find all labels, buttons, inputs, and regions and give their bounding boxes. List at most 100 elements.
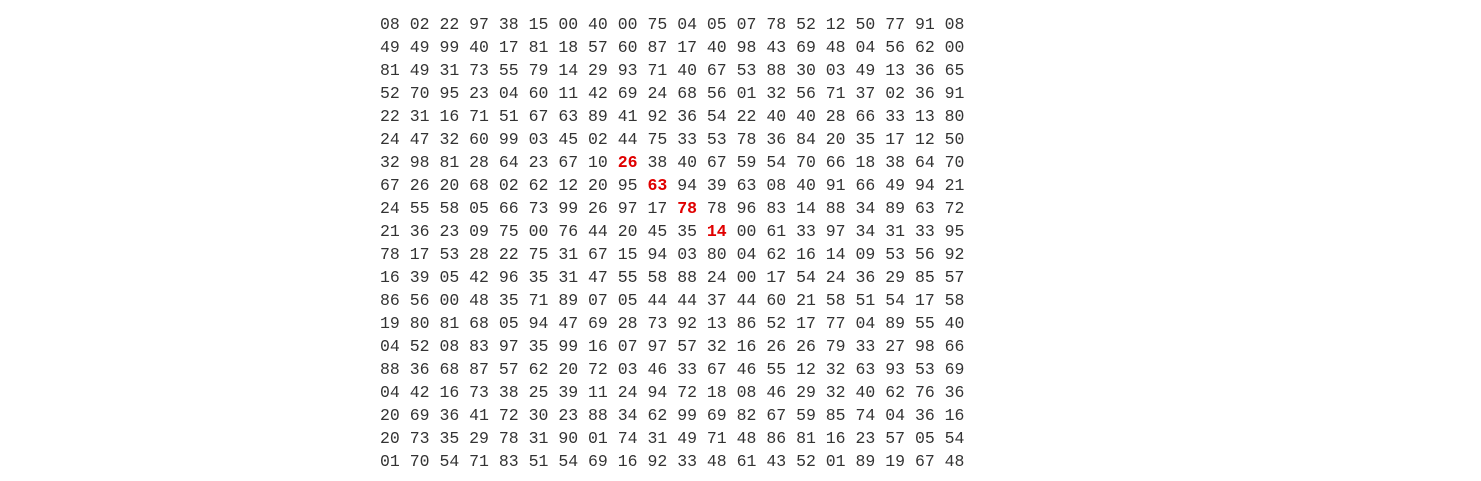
grid-number: 33 (677, 360, 697, 379)
grid-number: 98 (736, 38, 757, 57)
grid-number: 08 (736, 383, 757, 402)
grid-number: 17 (766, 268, 787, 287)
grid-number: 31 (885, 222, 906, 241)
grid-number: 88 (588, 406, 608, 425)
grid-row: 04 52 08 83 97 35 99 16 07 97 57 32 16 2… (380, 335, 964, 358)
grid-number: 33 (914, 222, 935, 241)
grid-row: 19 80 81 68 05 94 47 69 28 73 92 13 86 5… (380, 312, 964, 335)
grid-number: 84 (796, 130, 816, 149)
grid-number: 58 (647, 268, 668, 287)
grid-number: 26 (766, 337, 787, 356)
grid-number: 44 (617, 130, 638, 149)
grid-row: 21 36 23 09 75 00 76 44 20 45 35 14 00 6… (380, 220, 964, 243)
grid-number: 42 (588, 84, 608, 103)
grid-number: 66 (944, 337, 965, 356)
grid-number: 13 (706, 314, 727, 333)
grid-number: 51 (855, 291, 876, 310)
grid-number: 78 (766, 15, 787, 34)
grid-number: 56 (885, 38, 906, 57)
grid-number: 99 (558, 337, 579, 356)
grid-number: 93 (885, 360, 906, 379)
grid-number: 36 (914, 406, 935, 425)
grid-number: 28 (825, 107, 846, 126)
grid-number: 75 (647, 15, 668, 34)
grid-number: 67 (588, 245, 608, 264)
grid-number: 48 (469, 291, 489, 310)
grid-number: 40 (677, 153, 697, 172)
grid-number: 07 (736, 15, 757, 34)
grid-number: 05 (498, 314, 519, 333)
grid-number: 72 (588, 360, 608, 379)
grid-number: 02 (885, 84, 906, 103)
grid-number: 61 (766, 222, 787, 241)
grid-number: 36 (677, 107, 697, 126)
grid-number: 26 (796, 337, 816, 356)
grid-number: 32 (380, 153, 400, 172)
grid-number: 40 (855, 383, 876, 402)
grid-number: 54 (706, 107, 727, 126)
grid-number: 33 (677, 452, 697, 471)
grid-number: 05 (469, 199, 489, 218)
grid-number: 19 (380, 314, 400, 333)
grid-number: 33 (885, 107, 906, 126)
grid-number: 16 (439, 107, 460, 126)
grid-number: 49 (409, 61, 430, 80)
grid-number: 21 (944, 176, 965, 195)
grid-row: 67 26 20 68 02 62 12 20 95 63 94 39 63 0… (380, 174, 964, 197)
grid-number: 67 (528, 107, 549, 126)
grid-number: 73 (469, 383, 489, 402)
grid-number: 62 (528, 176, 549, 195)
grid-number: 68 (439, 360, 460, 379)
grid-number: 81 (528, 38, 549, 57)
grid-number: 40 (706, 38, 727, 57)
grid-number: 71 (469, 107, 489, 126)
highlighted-number: 78 (677, 199, 697, 218)
grid-number: 11 (588, 383, 608, 402)
grid-number: 88 (677, 268, 697, 287)
grid-number: 35 (855, 130, 876, 149)
grid-number: 72 (944, 199, 965, 218)
grid-number: 12 (796, 360, 816, 379)
grid-number: 54 (439, 452, 460, 471)
grid-number: 45 (647, 222, 668, 241)
grid-number: 45 (558, 130, 579, 149)
grid-number: 73 (528, 199, 549, 218)
grid-number: 67 (380, 176, 400, 195)
grid-number: 66 (825, 153, 846, 172)
grid-number: 02 (409, 15, 430, 34)
grid-number: 67 (558, 153, 579, 172)
grid-number: 00 (736, 268, 757, 287)
grid-number: 39 (409, 268, 430, 287)
grid-number: 54 (885, 291, 906, 310)
grid-number: 47 (409, 130, 430, 149)
grid-number: 92 (647, 452, 668, 471)
grid-number: 53 (439, 245, 460, 264)
grid-number: 83 (498, 452, 519, 471)
grid-number: 40 (944, 314, 965, 333)
grid-number: 21 (796, 291, 816, 310)
grid-number: 31 (558, 245, 579, 264)
grid-number: 40 (677, 61, 697, 80)
grid-number: 16 (588, 337, 608, 356)
grid-number: 85 (914, 268, 935, 287)
grid-number: 09 (855, 245, 876, 264)
grid-number: 17 (409, 245, 430, 264)
grid-number: 23 (439, 222, 460, 241)
grid-number: 35 (498, 291, 519, 310)
grid-number: 94 (647, 383, 668, 402)
grid-number: 05 (439, 268, 460, 287)
grid-number: 12 (825, 15, 846, 34)
grid-number: 00 (558, 15, 579, 34)
grid-number: 37 (706, 291, 727, 310)
grid-number: 18 (558, 38, 579, 57)
grid-number: 80 (706, 245, 727, 264)
grid-number: 71 (528, 291, 549, 310)
grid-number: 97 (498, 337, 519, 356)
grid-number: 20 (439, 176, 460, 195)
grid-number: 57 (498, 360, 519, 379)
grid-number: 58 (944, 291, 965, 310)
grid-number: 32 (766, 84, 787, 103)
grid-number: 88 (825, 199, 846, 218)
grid-number: 08 (766, 176, 787, 195)
grid-number: 18 (855, 153, 876, 172)
